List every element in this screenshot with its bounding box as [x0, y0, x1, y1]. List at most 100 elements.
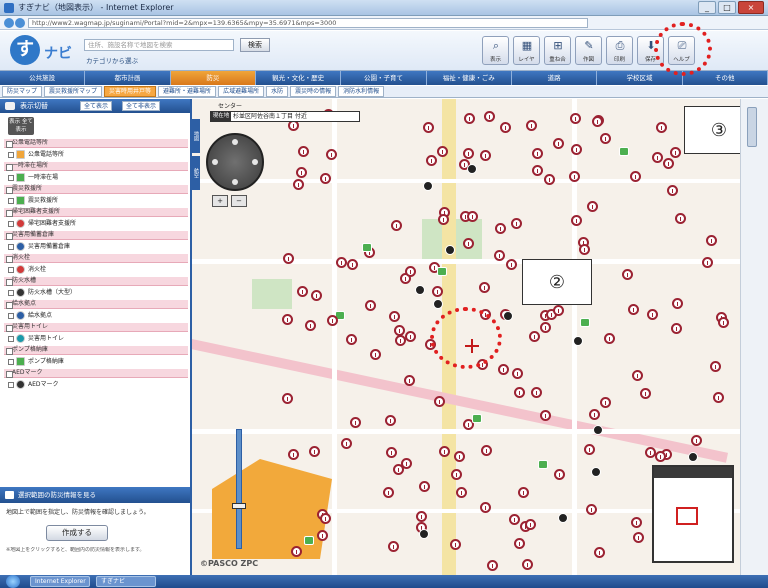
hydrant-pin-icon[interactable] — [525, 518, 537, 530]
category-header[interactable]: 震災救援所 — [4, 185, 188, 194]
hydrant-pin-icon[interactable] — [646, 309, 658, 321]
water-tank-pin-icon[interactable] — [558, 512, 569, 523]
hydrant-pin-icon[interactable] — [569, 112, 581, 124]
url-field[interactable]: http://www2.wagmap.jp/suginami/Portal?mi… — [28, 18, 588, 28]
hydrant-pin-icon[interactable] — [591, 115, 603, 127]
category-item[interactable]: 一時滞在場 — [4, 171, 188, 185]
vertical-scrollbar[interactable] — [740, 99, 768, 575]
water-tank-pin-icon[interactable] — [414, 284, 425, 295]
hydrant-pin-icon[interactable] — [640, 388, 652, 400]
category-item[interactable]: AEDマーク — [4, 378, 188, 392]
hydrant-pin-icon[interactable] — [383, 486, 395, 498]
subtab-7[interactable]: 消防水利情報 — [338, 86, 385, 97]
shelter-pin-icon[interactable] — [538, 459, 549, 469]
hydrant-pin-icon[interactable] — [552, 305, 564, 317]
hydrant-pin-icon[interactable] — [403, 375, 415, 387]
category-item[interactable]: 震災救援所 — [4, 194, 188, 208]
hydrant-pin-icon[interactable] — [346, 333, 358, 345]
category-header[interactable]: 災害用備蓄倉庫 — [4, 231, 188, 240]
hydrant-pin-icon[interactable] — [532, 147, 544, 159]
water-tank-pin-icon[interactable] — [573, 335, 584, 346]
hydrant-pin-icon[interactable] — [662, 157, 674, 169]
checkbox[interactable] — [8, 382, 14, 388]
hydrant-pin-icon[interactable] — [706, 234, 718, 246]
hydrant-pin-icon[interactable] — [419, 480, 431, 492]
category-item[interactable]: 消火栓 — [4, 263, 188, 277]
hydrant-pin-icon[interactable] — [426, 155, 438, 167]
suginavi-logo[interactable]: す ナビ — [10, 35, 80, 67]
hydrant-pin-icon[interactable] — [702, 256, 714, 268]
water-tank-pin-icon[interactable] — [445, 244, 456, 255]
hydrant-pin-icon[interactable] — [578, 243, 590, 255]
hydrant-pin-icon[interactable] — [450, 539, 462, 551]
category-item[interactable]: 災害用トイレ — [4, 332, 188, 346]
hydrant-pin-icon[interactable] — [464, 112, 476, 124]
checkbox[interactable] — [8, 290, 14, 296]
pan-right-icon[interactable] — [252, 159, 258, 165]
hydrant-pin-icon[interactable] — [627, 304, 639, 316]
hydrant-pin-icon[interactable] — [308, 446, 320, 458]
hydrant-pin-icon[interactable] — [463, 148, 475, 160]
map-view[interactable]: センター 現在地 杉並区阿佐谷南１丁目 付近 地図 航空 + − ② ©PASC… — [192, 99, 740, 575]
checkbox[interactable] — [8, 175, 14, 181]
hydrant-pin-icon[interactable] — [509, 514, 521, 526]
hydrant-pin-icon[interactable] — [404, 265, 416, 277]
pan-up-icon[interactable] — [232, 139, 238, 145]
show-all-button[interactable]: 全て表示 — [80, 101, 113, 111]
hydrant-pin-icon[interactable] — [571, 143, 583, 155]
subtab-0[interactable]: 防災マップ — [2, 86, 43, 97]
hydrant-pin-icon[interactable] — [497, 364, 509, 376]
hydrant-pin-icon[interactable] — [466, 211, 478, 223]
hydrant-pin-icon[interactable] — [632, 369, 644, 381]
hydrant-pin-icon[interactable] — [514, 538, 526, 550]
category-item[interactable]: 帰宅困難者支援所 — [4, 217, 188, 231]
minimize-button[interactable]: _ — [698, 1, 716, 14]
hydrant-pin-icon[interactable] — [552, 137, 564, 149]
hydrant-pin-icon[interactable] — [521, 559, 533, 571]
hydrant-pin-icon[interactable] — [405, 331, 416, 343]
hydrant-pin-icon[interactable] — [506, 259, 518, 271]
shelter-pin-icon[interactable] — [472, 414, 483, 424]
category-header[interactable]: AEDマーク — [4, 369, 188, 378]
hydrant-pin-icon[interactable] — [385, 414, 397, 426]
maximize-button[interactable]: □ — [718, 1, 736, 14]
subtab-5[interactable]: 水防 — [266, 86, 289, 97]
hydrant-pin-icon[interactable] — [629, 171, 641, 183]
zoom-out-button[interactable]: − — [231, 195, 247, 207]
subtab-6[interactable]: 震災時の情報 — [290, 86, 337, 97]
hydrant-pin-icon[interactable] — [691, 435, 703, 447]
hydrant-pin-icon[interactable] — [554, 468, 566, 480]
category-header[interactable]: 一時滞在場所 — [4, 162, 188, 171]
hydrant-pin-icon[interactable] — [599, 132, 611, 144]
hydrant-pin-icon[interactable] — [586, 200, 598, 212]
tab-city-planning[interactable]: 都市計画 — [85, 71, 171, 85]
tab-welfare[interactable]: 福祉・健康・ごみ — [426, 71, 512, 85]
hydrant-pin-icon[interactable] — [656, 122, 668, 134]
start-button-icon[interactable] — [6, 575, 20, 588]
zoom-in-button[interactable]: + — [212, 195, 228, 207]
hydrant-pin-icon[interactable] — [513, 386, 525, 398]
create-button[interactable]: 作成する — [46, 525, 108, 541]
shelter-pin-icon[interactable] — [618, 147, 629, 157]
pan-left-icon[interactable] — [212, 159, 218, 165]
zoom-slider-handle[interactable] — [232, 503, 246, 510]
hydrant-pin-icon[interactable] — [531, 165, 543, 177]
hydrant-pin-icon[interactable] — [525, 119, 537, 131]
category-header[interactable]: 公衆電話等所 — [4, 139, 188, 148]
tab-disaster-prevention[interactable]: 防災 — [170, 71, 256, 85]
hydrant-pin-icon[interactable] — [518, 486, 530, 498]
scroll-thumb[interactable] — [747, 107, 757, 147]
search-input[interactable]: 住所、施設名称で地図を検索 — [84, 39, 234, 51]
center-checkbox-label[interactable]: センター — [218, 101, 242, 110]
hydrant-pin-icon[interactable] — [305, 319, 317, 331]
search-button[interactable]: 検索 — [240, 38, 270, 52]
zoom-slider[interactable] — [236, 429, 242, 549]
tool-overlay-button[interactable]: ⊞ 重ね合 — [544, 36, 571, 65]
tool-draw-button[interactable]: ✎ 作図 — [575, 36, 602, 65]
water-tank-pin-icon[interactable] — [423, 181, 434, 192]
hydrant-pin-icon[interactable] — [422, 122, 434, 134]
checkbox[interactable] — [8, 198, 14, 204]
hydrant-pin-icon[interactable] — [571, 214, 583, 226]
map-mode-tab[interactable]: 地図 — [192, 119, 200, 153]
hydrant-pin-icon[interactable] — [311, 289, 323, 301]
